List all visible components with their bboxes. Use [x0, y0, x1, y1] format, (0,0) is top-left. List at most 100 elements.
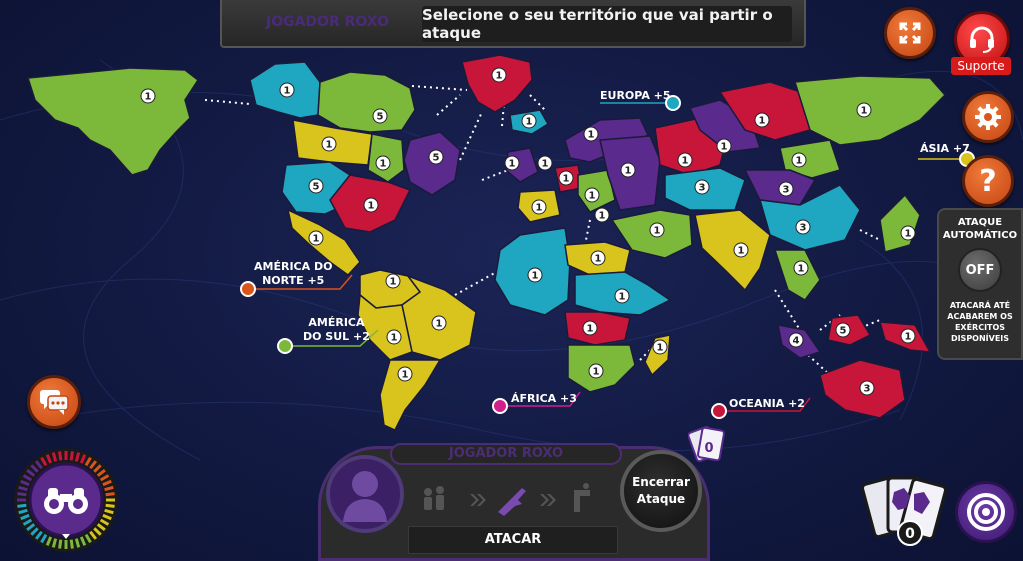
territory-vietnam[interactable]: [773, 249, 821, 301]
army-count: 1: [588, 130, 595, 141]
chat-button[interactable]: [27, 375, 81, 429]
army-count: 1: [391, 333, 398, 344]
top-message-bar: JOGADOR ROXO Selecione o seu território …: [220, 0, 806, 48]
objective-button[interactable]: [955, 481, 1017, 543]
army-count: 1: [542, 159, 549, 170]
settings-button[interactable]: [962, 91, 1014, 143]
support-label[interactable]: Suporte: [951, 57, 1011, 75]
army-count: 5: [377, 112, 384, 123]
turn-phase-icons: [424, 483, 590, 516]
fullscreen-button[interactable]: [884, 7, 936, 59]
army-count: 1: [390, 277, 397, 288]
help-button[interactable]: ?: [962, 155, 1014, 207]
army-count: 1: [654, 226, 661, 237]
army-count: 1: [326, 140, 333, 151]
dial-tick: [17, 503, 27, 508]
move-icon: [574, 483, 590, 512]
label-america-sul: AMÉRICA DO SUL +2: [303, 316, 370, 344]
small-card-count: 0: [704, 441, 713, 456]
dial-tick: [69, 451, 74, 461]
label-america-norte-line2: NORTE +5: [262, 274, 325, 287]
territory-greenland[interactable]: [461, 54, 533, 113]
army-count: 1: [905, 332, 912, 343]
army-count: 1: [145, 92, 152, 103]
america-sul-target-icon[interactable]: [277, 338, 293, 354]
army-count: 1: [657, 343, 664, 354]
army-count: 3: [699, 183, 706, 194]
army-count: 1: [563, 174, 570, 185]
army-count: 1: [721, 142, 728, 153]
cards-count: 0: [905, 526, 915, 542]
territory-congo[interactable]: [564, 311, 631, 346]
army-count: 1: [402, 370, 409, 381]
continent-south-america: [357, 269, 477, 431]
binoculars-button[interactable]: [12, 446, 120, 554]
expand-arrows-icon: [899, 22, 921, 44]
army-count: 3: [783, 185, 790, 196]
army-count: 1: [589, 191, 596, 202]
army-count: 1: [496, 71, 503, 82]
army-count: 1: [759, 116, 766, 127]
label-america-norte-line1: AMÉRICA DO: [254, 260, 333, 273]
territory-japan[interactable]: [879, 193, 921, 253]
army-count: 1: [625, 166, 632, 177]
army-count: 1: [380, 159, 387, 170]
army-count: 1: [436, 319, 443, 330]
label-america-norte: AMÉRICA DO NORTE +5: [254, 260, 332, 288]
army-count: 1: [526, 117, 533, 128]
label-america-sul-line1: AMÉRICA: [308, 316, 365, 329]
army-count: 1: [284, 86, 291, 97]
army-count: 1: [599, 211, 606, 222]
end-attack-line2: Ataque: [636, 492, 686, 506]
army-count: 1: [796, 156, 803, 167]
auto-attack-title: ATAQUE AUTOMÁTICO: [942, 217, 1018, 241]
gear-icon: [975, 104, 1001, 130]
army-count: 1: [313, 234, 320, 245]
headset-icon: [970, 26, 994, 53]
label-europa: EUROPA +5: [600, 89, 671, 102]
army-count: 1: [682, 156, 689, 167]
army-count: 5: [840, 326, 847, 337]
army-count: 1: [532, 271, 539, 282]
america-norte-target-icon[interactable]: [240, 281, 256, 297]
territory-india[interactable]: [694, 209, 771, 292]
army-count: 4: [793, 336, 800, 347]
dial-tick: [58, 539, 63, 549]
continent-north-america: [27, 61, 461, 276]
territory-alaska[interactable]: [27, 67, 200, 176]
target-icon: [967, 493, 1005, 531]
hud-player-name: JOGADOR ROXO: [390, 443, 622, 465]
territory-nunavut[interactable]: [317, 71, 416, 133]
army-count: 1: [593, 367, 600, 378]
troops-icon: [424, 486, 444, 510]
army-count: 1: [738, 246, 745, 257]
dial-tick: [105, 492, 115, 497]
label-africa: ÁFRICA +3: [511, 392, 577, 405]
army-count: 1: [905, 229, 912, 240]
dial-tick: [105, 503, 115, 508]
dial-tick: [58, 451, 63, 461]
army-count: 1: [798, 264, 805, 275]
territory-labrador[interactable]: [403, 131, 461, 196]
dial-tick: [69, 539, 74, 549]
army-count: 1: [509, 159, 516, 170]
small-cards-indicator[interactable]: 0: [688, 423, 728, 465]
army-count: 1: [595, 254, 602, 265]
africa-target-icon[interactable]: [492, 398, 508, 414]
cards-button[interactable]: 0: [862, 470, 948, 556]
auto-attack-toggle[interactable]: OFF: [958, 248, 1002, 292]
army-count: 1: [861, 106, 868, 117]
player-avatar: [326, 455, 404, 533]
label-oceania: OCEANIA +2: [729, 397, 805, 410]
end-attack-line1: Encerrar: [632, 475, 690, 489]
instruction-message: Selecione o seu território que vai parti…: [422, 6, 792, 42]
army-count: 3: [800, 223, 807, 234]
army-count: 5: [313, 182, 320, 193]
army-count: 5: [433, 153, 440, 164]
oceania-target-icon[interactable]: [711, 403, 727, 419]
current-player-name: JOGADOR ROXO: [266, 14, 389, 30]
chat-bubbles-icon: [40, 390, 69, 415]
army-count: 3: [864, 384, 871, 395]
army-count: 1: [619, 292, 626, 303]
rifle-icon: [498, 488, 526, 516]
